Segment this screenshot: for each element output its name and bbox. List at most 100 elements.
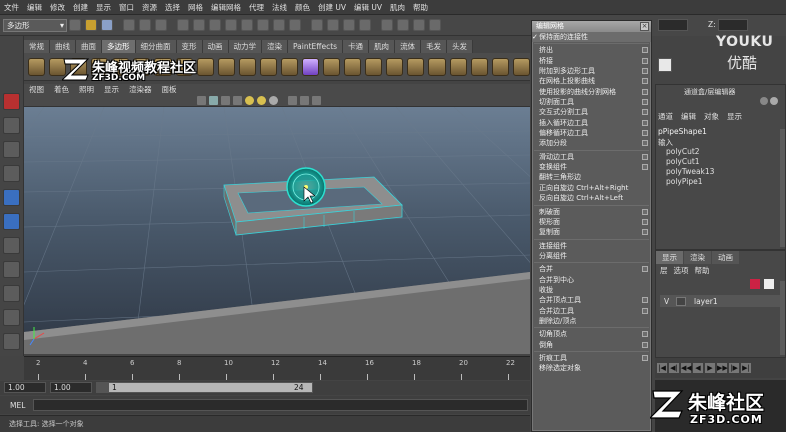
menu-set-select[interactable]: 多边形 <box>3 18 67 32</box>
shelf-tab-4[interactable]: 细分曲面 <box>135 40 177 53</box>
menu-16[interactable]: 帮助 <box>409 0 432 14</box>
outliner-icon[interactable] <box>3 333 20 350</box>
option-box-icon[interactable] <box>642 140 648 147</box>
shelf-tab-11[interactable]: 肌肉 <box>369 40 396 53</box>
edit-mesh-item-33[interactable]: 切角顶点 <box>532 329 651 339</box>
layout-single-icon[interactable] <box>3 285 20 302</box>
layer-tab-1[interactable]: 渲染 <box>684 251 711 264</box>
shelf-tool-17-icon[interactable] <box>386 57 404 76</box>
edit-mesh-item-29[interactable]: 合并顶点工具 <box>532 295 651 305</box>
viewport-menu-4[interactable]: 渲染器 <box>124 85 157 94</box>
shelf-tool-16-icon[interactable] <box>365 57 383 76</box>
shelf-tab-0[interactable]: 常规 <box>24 40 50 53</box>
snap-point-icon[interactable] <box>343 19 355 31</box>
channel-menu-3[interactable]: 显示 <box>727 111 742 122</box>
xray-icon[interactable] <box>300 96 309 105</box>
ipr-render-icon[interactable] <box>413 19 425 31</box>
option-box-icon[interactable] <box>642 99 648 106</box>
shelf-tool-10-icon[interactable] <box>238 57 256 76</box>
go-to-start-icon[interactable]: |◀ <box>657 363 667 373</box>
edit-mesh-item-26[interactable]: 合并 <box>532 264 651 274</box>
range-slider[interactable]: 1 24 <box>108 382 313 393</box>
shelf-tool-8-icon[interactable] <box>196 57 214 76</box>
layer-tab-0[interactable]: 显示 <box>656 251 683 264</box>
input-node[interactable]: polyTweak13 <box>666 167 714 177</box>
edit-mesh-item-0[interactable]: 保持面的连接性 <box>532 32 651 43</box>
edit-mesh-item-4[interactable]: 附加到多边形工具 <box>532 66 651 76</box>
edit-mesh-item-11[interactable]: 添加分段 <box>532 138 651 148</box>
edit-mesh-item-9[interactable]: 插入循环边工具 <box>532 118 651 128</box>
viewport-menu-5[interactable]: 面板 <box>157 85 182 94</box>
select-tool-icon[interactable] <box>3 93 20 110</box>
snap-grid-icon[interactable] <box>311 19 323 31</box>
attribute-editor-icon[interactable] <box>658 58 672 72</box>
menu-2[interactable]: 修改 <box>46 0 69 14</box>
option-box-icon[interactable] <box>642 130 648 137</box>
scale-tool-icon[interactable] <box>3 213 20 230</box>
wireframe-icon[interactable] <box>197 96 206 105</box>
option-box-icon[interactable] <box>642 297 648 304</box>
render-settings-icon[interactable] <box>429 19 441 31</box>
menu-1[interactable]: 编辑 <box>23 0 46 14</box>
shelf-tool-23-icon[interactable] <box>512 57 530 76</box>
edit-mesh-item-20[interactable]: 楔形面 <box>532 217 651 227</box>
shelf-tab-8[interactable]: 渲染 <box>262 40 288 53</box>
next-key-icon[interactable]: ▶▶ <box>717 363 728 373</box>
viewport-menu-1[interactable]: 着色 <box>49 85 74 94</box>
snap-plane-icon[interactable] <box>359 19 371 31</box>
edit-mesh-item-17[interactable]: 反向自旋边 Ctrl+Alt+Left <box>532 193 651 203</box>
shelf-tab-5[interactable]: 变形 <box>176 40 203 53</box>
input-node[interactable]: polyCut2 <box>666 147 714 157</box>
viewport-persp[interactable] <box>24 107 530 354</box>
edit-mesh-item-15[interactable]: 翻转三角形边 <box>532 172 651 182</box>
option-box-icon[interactable] <box>642 119 648 126</box>
paint-select-icon[interactable] <box>3 141 20 158</box>
shelf-tab-13[interactable]: 毛发 <box>421 40 448 53</box>
help-icon[interactable] <box>760 97 768 105</box>
option-box-icon[interactable] <box>642 218 648 225</box>
shelf-tool-11-icon[interactable] <box>259 57 277 76</box>
input-node[interactable]: polyPipe1 <box>666 177 714 187</box>
smooth-shade-icon[interactable] <box>209 96 218 105</box>
close-icon[interactable]: × <box>640 22 649 31</box>
option-box-icon[interactable] <box>642 208 648 215</box>
light-default-icon[interactable] <box>245 96 254 105</box>
option-box-icon[interactable] <box>642 109 648 116</box>
viewport-menu-3[interactable]: 显示 <box>99 85 124 94</box>
edit-mesh-item-34[interactable]: 倒角 <box>532 340 651 350</box>
edit-mesh-item-23[interactable]: 连接组件 <box>532 241 651 251</box>
layer-visibility[interactable]: V <box>660 297 676 306</box>
input-node[interactable]: polyCut1 <box>666 157 714 167</box>
menu-13[interactable]: 创建 UV <box>314 0 350 14</box>
edit-mesh-item-21[interactable]: 复制面 <box>532 227 651 237</box>
shade-wire-icon[interactable] <box>221 96 230 105</box>
texture-icon[interactable] <box>233 96 242 105</box>
mask-deform-icon[interactable] <box>241 19 253 31</box>
shelf-tab-9[interactable]: PaintEffects <box>288 40 344 53</box>
save-scene-icon[interactable] <box>101 19 113 31</box>
layer-scrollbar[interactable] <box>780 281 785 355</box>
go-to-end-icon[interactable]: ▶| <box>741 363 751 373</box>
channel-menu-0[interactable]: 通道 <box>658 111 673 122</box>
menu-6[interactable]: 资源 <box>138 0 161 14</box>
option-box-icon[interactable] <box>642 307 648 314</box>
option-box-icon[interactable] <box>642 229 648 236</box>
last-tool-icon[interactable] <box>3 261 20 278</box>
menu-10[interactable]: 代理 <box>245 0 268 14</box>
shelf-tool-18-icon[interactable] <box>407 57 425 76</box>
mask-handle-icon[interactable] <box>177 19 189 31</box>
edit-mesh-item-31[interactable]: 删除边/顶点 <box>532 316 651 326</box>
edit-mesh-item-36[interactable]: 折痕工具 <box>532 353 651 363</box>
option-box-icon[interactable] <box>642 164 648 171</box>
menu-8[interactable]: 网格 <box>184 0 207 14</box>
shelf-tool-12-icon[interactable] <box>280 57 299 76</box>
menu-0[interactable]: 文件 <box>0 0 23 14</box>
edit-mesh-item-37[interactable]: 移除选定对象 <box>532 363 651 373</box>
shelf-tab-2[interactable]: 曲面 <box>76 40 102 53</box>
edit-mesh-item-6[interactable]: 使用投影的曲线分割网格 <box>532 87 651 97</box>
prev-key-icon[interactable]: ◀◀ <box>681 363 692 373</box>
isolate-icon[interactable] <box>288 96 297 105</box>
mask-dynamics-icon[interactable] <box>257 19 269 31</box>
option-box-icon[interactable] <box>642 78 648 85</box>
menu-15[interactable]: 肌肉 <box>386 0 409 14</box>
